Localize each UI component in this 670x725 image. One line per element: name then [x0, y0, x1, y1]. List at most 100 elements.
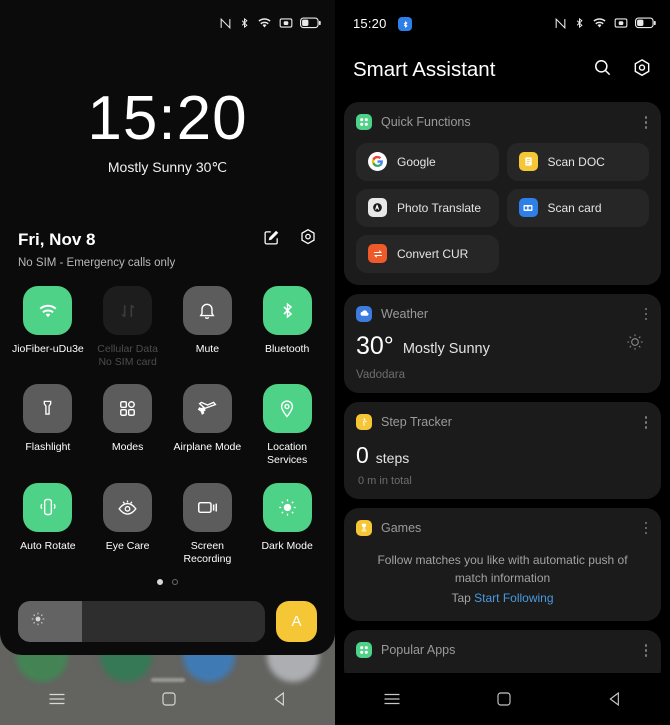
card-header: Step Tracker [356, 413, 649, 432]
bell-icon [182, 286, 232, 335]
toggle-label: Bluetooth [264, 343, 310, 355]
search-icon[interactable] [593, 58, 612, 82]
toggle-eye-care[interactable]: Eye Care [88, 482, 168, 566]
smart-assistant-header: Smart Assistant [335, 46, 670, 94]
page-dot-1[interactable] [157, 578, 163, 585]
bluetooth-icon [398, 17, 412, 31]
edit-icon[interactable] [263, 229, 280, 251]
page-title: Smart Assistant [353, 58, 496, 81]
sun-icon [625, 332, 645, 357]
card-menu-icon[interactable] [643, 519, 650, 538]
card-menu-icon[interactable] [643, 113, 650, 132]
toggle-auto-rotate[interactable]: Auto Rotate [8, 482, 88, 566]
toggle-label: Airplane Mode [173, 441, 242, 454]
quick-function-label: Scan card [547, 200, 602, 215]
toggle-airplane-mode[interactable]: Airplane Mode [168, 384, 248, 467]
notification-shade: 15:20 Mostly Sunny 30℃ Fri, Nov 8 No SIM… [0, 0, 335, 655]
games-cta: Tap Start Following [368, 591, 637, 605]
brightness-fill [18, 600, 83, 642]
bluetooth-icon [574, 16, 585, 30]
shade-date: Fri, Nov 8 [18, 229, 96, 249]
quick-function-scan-doc[interactable]: Scan DOC [506, 142, 649, 181]
weather-icon [356, 305, 372, 322]
card-header: Quick Functions [356, 113, 649, 132]
google-icon [368, 152, 387, 171]
toggle-label: Eye Care [105, 539, 150, 552]
dark-mode-icon [262, 482, 312, 532]
quick-functions-icon [356, 114, 372, 131]
home-icon[interactable] [496, 691, 512, 707]
scan-card-icon [518, 198, 538, 217]
card-title: Weather [381, 306, 429, 321]
toggle-label: Cellular Data No SIM card [97, 343, 158, 369]
eye-care-icon [103, 482, 153, 532]
page-dot-2[interactable] [172, 578, 178, 585]
brightness-slider[interactable] [18, 600, 265, 642]
quick-function-scan-card[interactable]: Scan card [506, 188, 649, 227]
games-body: Follow matches you like with automatic p… [356, 551, 649, 609]
toggle-label: Mute [195, 343, 220, 355]
toggle-cellular-data[interactable]: Cellular Data No SIM card [88, 286, 168, 369]
quick-function-photo-translate[interactable]: Photo Translate [356, 188, 499, 227]
toggle-location-services[interactable]: Location Services [247, 384, 327, 467]
card-weather: Weather 30° Mostly Sunny Vadodara [344, 293, 661, 393]
screen-recording-icon [182, 482, 232, 532]
toggle-label: Auto Rotate [20, 539, 76, 552]
brightness-row: A [0, 600, 335, 642]
scan-doc-icon [518, 152, 538, 171]
toggle-label: Flashlight [25, 441, 71, 454]
settings-icon[interactable] [632, 58, 652, 83]
convert-currency-icon [368, 244, 387, 263]
lockscreen-clock: 15:20 [87, 84, 248, 153]
card-menu-icon[interactable] [643, 305, 650, 324]
step-tracker-main: 0 steps [356, 443, 649, 467]
recents-icon[interactable] [383, 692, 401, 706]
quick-function-google[interactable]: Google [356, 142, 499, 181]
auto-rotate-icon [23, 482, 73, 532]
photo-translate-icon [368, 198, 387, 217]
screen-record-icon [279, 17, 293, 29]
auto-brightness-button[interactable]: A [276, 600, 317, 642]
card-menu-icon[interactable] [643, 641, 650, 660]
home-icon[interactable] [161, 691, 177, 707]
quick-toggles: JioFiber-uDu3e Cellular Data No SIM card [0, 286, 335, 566]
popular-apps-icon [356, 642, 372, 659]
quick-function-label: Scan DOC [547, 154, 605, 169]
nfc-icon [554, 17, 567, 30]
card-title: Popular Apps [381, 643, 456, 658]
settings-icon[interactable] [299, 228, 317, 251]
toggle-wifi[interactable]: JioFiber-uDu3e [8, 286, 88, 369]
toggle-page-dots [0, 578, 335, 585]
lockscreen-weather: Mostly Sunny 30℃ [107, 159, 228, 175]
screen-record-icon [614, 17, 628, 29]
back-icon[interactable] [272, 691, 288, 707]
back-icon[interactable] [607, 691, 623, 707]
modes-grid-icon [103, 384, 153, 434]
toggle-mute[interactable]: Mute [168, 286, 248, 369]
recents-icon[interactable] [48, 692, 66, 706]
toggle-bluetooth[interactable]: Bluetooth [247, 286, 327, 369]
quick-function-label: Google [397, 154, 436, 169]
start-following-link[interactable]: Start Following [474, 591, 553, 605]
card-menu-icon[interactable] [643, 413, 650, 432]
flashlight-icon [23, 384, 73, 434]
quick-function-label: Photo Translate [397, 200, 482, 215]
wifi-icon [23, 286, 73, 335]
toggle-screen-recording[interactable]: Screen Recording [168, 482, 248, 566]
bluetooth-icon [239, 16, 250, 30]
brightness-icon [30, 611, 46, 632]
step-unit: steps [375, 449, 410, 466]
wifi-icon [257, 17, 272, 29]
card-quick-functions: Quick Functions Google Scan DOC Photo Tr… [344, 102, 661, 285]
quick-functions-grid: Google Scan DOC Photo Translate Scan car… [356, 142, 649, 273]
card-title: Step Tracker [381, 415, 452, 430]
toggle-modes[interactable]: Modes [88, 384, 168, 467]
left-status-bar [0, 0, 335, 46]
card-header: Weather [356, 305, 649, 324]
toggle-label: Dark Mode [261, 539, 313, 552]
toggle-flashlight[interactable]: Flashlight [8, 384, 88, 467]
card-games: Games Follow matches you like with autom… [344, 507, 661, 621]
toggle-dark-mode[interactable]: Dark Mode [247, 482, 327, 566]
battery-icon [634, 17, 656, 29]
quick-function-convert-cur[interactable]: Convert CUR [356, 234, 499, 273]
